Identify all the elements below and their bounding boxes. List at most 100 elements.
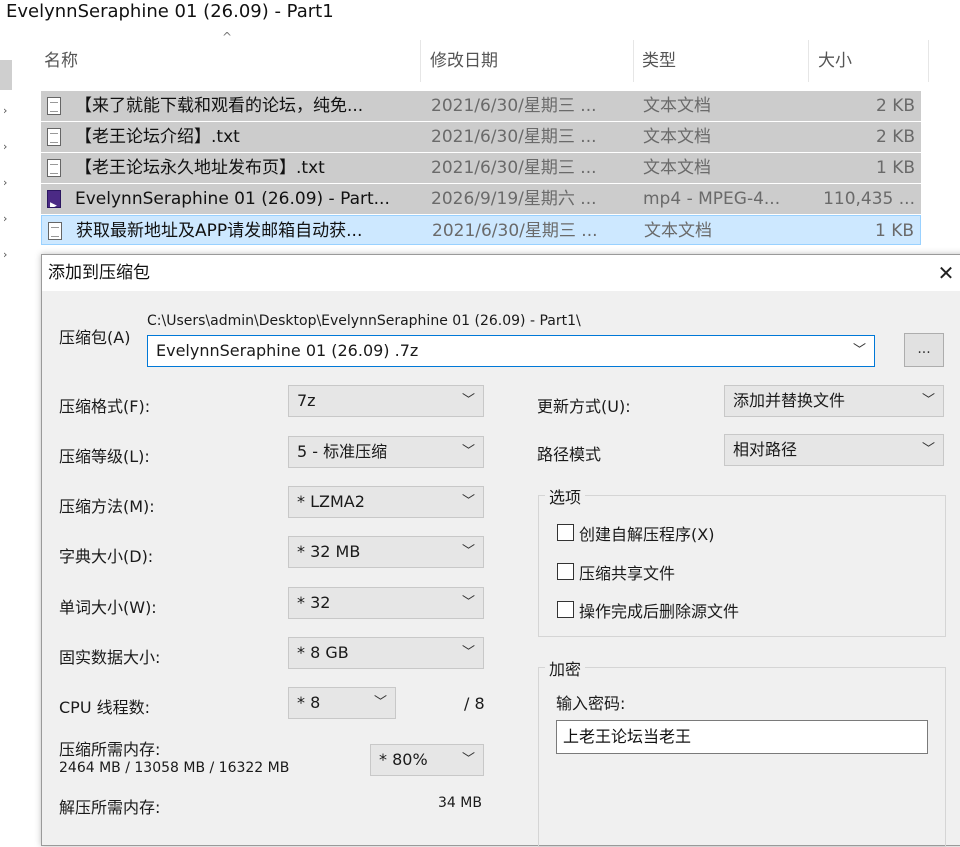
file-size: 2 KB [875,127,915,147]
column-divider[interactable] [928,40,929,82]
file-row-focused[interactable]: 获取最新地址及APP请发邮箱自动获... 2021/6/30/星期三 ... 文… [41,215,921,245]
column-divider[interactable] [420,40,421,82]
dict-size-label: 字典大小(D): [59,547,154,566]
expand-arrow-icon[interactable]: › [3,212,7,225]
file-date: 2026/9/19/星期六 ... [431,189,597,209]
memory-detail: 2464 MB / 13058 MB / 16322 MB [59,760,290,776]
word-size-select[interactable]: * 32 ﹀ [288,587,484,619]
shared-files-checkbox[interactable] [557,563,574,580]
chevron-down-icon: ﹀ [461,444,475,459]
dialog-titlebar[interactable]: 添加到压缩包 ✕ [42,255,960,291]
column-divider[interactable] [633,40,634,82]
file-date: 2021/6/30/星期三 ... [431,96,597,116]
scrollbar-thumb[interactable] [0,60,12,90]
cpu-threads-label: CPU 线程数: [59,698,151,717]
file-name: 【来了就能下载和观看的论坛，纯免... [75,96,364,116]
sfx-checkbox[interactable] [557,524,574,541]
format-value: 7z [297,391,316,410]
column-header-date[interactable]: 修改日期 [430,40,630,82]
level-select[interactable]: 5 - 标准压缩 ﹀ [288,436,484,468]
level-label: 压缩等级(L): [59,447,150,466]
navigation-pane-edge: › › › › › [0,60,14,360]
chevron-down-icon: ﹀ [461,393,475,408]
word-size-value: * 32 [297,593,331,612]
method-select[interactable]: * LZMA2 ﹀ [288,486,484,518]
chevron-down-icon: ﹀ [461,544,475,559]
cpu-threads-select[interactable]: * 8 ﹀ [288,687,396,719]
window-title: EvelynnSeraphine 01 (26.09) - Part1 [6,1,334,22]
add-to-archive-dialog: 添加到压缩包 ✕ 压缩包(A) C:\Users\admin\Desktop\E… [41,254,960,847]
mp4-file-icon [47,190,61,208]
file-name: 【老王论坛永久地址发布页】.txt [75,158,325,178]
close-icon[interactable]: ✕ [928,255,960,291]
archive-path: C:\Users\admin\Desktop\EvelynnSeraphine … [147,313,581,329]
file-row[interactable]: EvelynnSeraphine 01 (26.09) - Part... 20… [41,184,921,214]
options-group: 选项 创建自解压程序(X) 压缩共享文件 操作完成后删除源文件 [538,484,946,637]
password-label: 输入密码: [556,694,626,713]
chevron-down-icon: ﹀ [921,442,935,457]
memory-usage-value: * 80% [379,750,428,769]
dict-size-value: * 32 MB [297,542,361,561]
cpu-threads-max: / 8 [464,694,485,713]
file-size: 110,435 ... [823,189,915,209]
encryption-title: 加密 [545,656,586,680]
file-date: 2021/6/30/星期三 ... [431,127,597,147]
text-file-icon [47,159,61,177]
word-size-label: 单词大小(W): [59,598,157,617]
options-title: 选项 [545,484,586,508]
expand-arrow-icon[interactable]: › [3,176,7,189]
decompress-memory-value: 34 MB [438,795,482,811]
solid-size-select[interactable]: * 8 GB ﹀ [288,637,484,669]
path-mode-select[interactable]: 相对路径 ﹀ [724,434,944,466]
expand-arrow-icon[interactable]: › [3,248,7,261]
expand-arrow-icon[interactable]: › [3,140,7,153]
decompress-memory-label: 解压所需内存: [59,798,161,817]
format-select[interactable]: 7z ﹀ [288,385,484,417]
file-date: 2021/6/30/星期三 ... [432,221,598,241]
chevron-down-icon: ﹀ [461,494,475,509]
delete-source-checkbox[interactable] [557,601,574,618]
column-divider[interactable] [808,40,809,82]
update-mode-value: 添加并替换文件 [733,391,846,410]
memory-label: 压缩所需内存: [59,740,161,759]
solid-size-label: 固实数据大小: [59,648,161,667]
memory-usage-select[interactable]: * 80% ﹀ [370,744,484,776]
archive-name-combo[interactable]: EvelynnSeraphine 01 (26.09) .7z ﹀ [147,335,875,367]
update-mode-select[interactable]: 添加并替换文件 ﹀ [724,385,944,417]
format-label: 压缩格式(F): [59,397,151,416]
browse-button[interactable]: ... [904,333,944,367]
level-value: 5 - 标准压缩 [297,442,388,461]
chevron-down-icon: ﹀ [461,752,475,767]
password-input[interactable]: 上老王论坛当老王 [556,720,928,754]
dict-size-select[interactable]: * 32 MB ﹀ [288,536,484,568]
text-file-icon [47,128,61,146]
file-name: 获取最新地址及APP请发邮箱自动获... [76,221,363,241]
archive-label: 压缩包(A) [59,328,131,347]
file-row[interactable]: 【老王论坛永久地址发布页】.txt 2021/6/30/星期三 ... 文本文档… [41,153,921,183]
column-header-name[interactable]: 名称 [44,40,414,82]
path-mode-value: 相对路径 [733,440,798,459]
method-value: * LZMA2 [297,492,365,511]
archive-name-value: EvelynnSeraphine 01 (26.09) .7z [156,341,419,360]
cpu-threads-value: * 8 [297,693,321,712]
chevron-down-icon: ﹀ [461,595,475,610]
chevron-down-icon[interactable]: ﹀ [853,336,866,366]
file-name: 【老王论坛介绍】.txt [75,127,240,147]
method-label: 压缩方法(M): [59,497,155,516]
file-name: EvelynnSeraphine 01 (26.09) - Part... [75,189,390,209]
path-mode-label: 路径模式 [537,445,602,464]
update-mode-label: 更新方式(U): [537,397,631,416]
expand-arrow-icon[interactable]: › [3,104,7,117]
solid-size-value: * 8 GB [297,643,349,662]
file-size: 2 KB [875,96,915,116]
delete-source-option-label[interactable]: 操作完成后删除源文件 [579,598,739,622]
text-file-icon [47,97,61,115]
column-header-type[interactable]: 类型 [642,40,802,82]
file-row[interactable]: 【老王论坛介绍】.txt 2021/6/30/星期三 ... 文本文档 2 KB [41,122,921,152]
chevron-down-icon: ﹀ [921,393,935,408]
shared-files-option-label[interactable]: 压缩共享文件 [579,560,675,584]
file-row[interactable]: 【来了就能下载和观看的论坛，纯免... 2021/6/30/星期三 ... 文本… [41,91,921,121]
file-date: 2021/6/30/星期三 ... [431,158,597,178]
column-header-size[interactable]: 大小 [818,40,918,82]
sfx-option-label[interactable]: 创建自解压程序(X) [579,521,714,545]
